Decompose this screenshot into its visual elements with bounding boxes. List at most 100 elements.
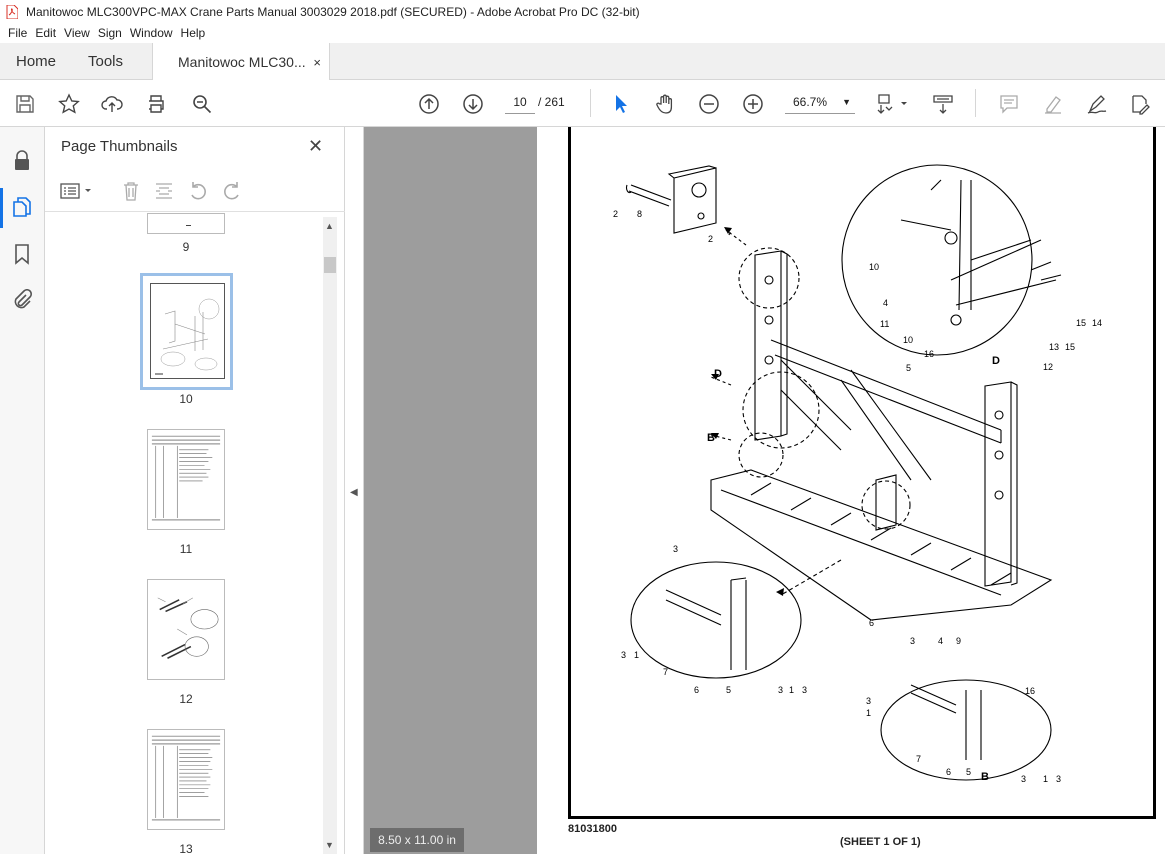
svg-text:3: 3 [802, 685, 807, 695]
tab-close-button[interactable]: × [313, 55, 321, 70]
svg-text:4: 4 [883, 298, 888, 308]
chevron-down-icon: ▼ [842, 97, 851, 107]
sheet-label: (SHEET 1 OF 1) [840, 836, 921, 848]
svg-text:11: 11 [880, 319, 889, 329]
menu-help[interactable]: Help [181, 26, 206, 40]
svg-text:3: 3 [1021, 774, 1026, 784]
svg-text:3: 3 [673, 544, 678, 554]
detail-b-caption: B [981, 771, 989, 783]
scroll-mode-icon[interactable] [931, 92, 955, 116]
thumbnail-drawing-icon [155, 298, 220, 375]
svg-text:6: 6 [946, 767, 951, 777]
svg-text:4: 4 [938, 636, 943, 646]
panel-close-button[interactable]: ✕ [308, 136, 323, 157]
svg-text:1: 1 [789, 685, 794, 695]
tab-home[interactable]: Home [16, 43, 56, 80]
lock-icon[interactable] [11, 149, 33, 171]
panel-collapse-strip[interactable]: ◀ [345, 127, 364, 854]
thumbnail-page-10[interactable] [140, 273, 233, 390]
fit-page-icon[interactable] [875, 92, 911, 116]
thumbnail-label: 11 [179, 542, 193, 556]
attachment-icon[interactable] [11, 289, 33, 311]
svg-text:3: 3 [621, 650, 626, 660]
menu-edit[interactable]: Edit [35, 26, 56, 40]
acrobat-icon [6, 4, 18, 19]
parts-list-thumbnail-icon [151, 435, 221, 521]
menu-sign[interactable]: Sign [98, 26, 122, 40]
svg-text:3: 3 [1056, 774, 1061, 784]
detail-d-label: D [714, 368, 722, 380]
svg-text:3: 3 [910, 636, 915, 646]
highlight-icon[interactable] [1041, 92, 1065, 116]
page-number-input[interactable]: 10 [505, 90, 535, 114]
scrollbar-thumb[interactable] [324, 257, 336, 273]
zoom-search-icon[interactable] [190, 92, 214, 116]
rotate-ccw-icon[interactable] [187, 180, 209, 202]
comment-icon[interactable] [997, 92, 1021, 116]
menu-view[interactable]: View [64, 26, 90, 40]
collapse-left-icon[interactable]: ◀ [350, 487, 358, 498]
prev-page-icon[interactable] [417, 92, 441, 116]
page-thumbnails-icon[interactable] [11, 196, 33, 218]
window-title: Manitowoc MLC300VPC-MAX Crane Parts Manu… [26, 4, 640, 19]
tab-document-label: Manitowoc MLC30... [178, 54, 306, 70]
bookmark-icon[interactable] [11, 243, 33, 265]
edit-icon[interactable] [1128, 92, 1152, 116]
svg-text:3: 3 [866, 696, 871, 706]
sign-icon[interactable] [1085, 92, 1109, 116]
zoom-dropdown[interactable]: 66.7% ▼ [785, 90, 855, 114]
svg-text:6: 6 [869, 618, 874, 628]
detail-d-caption: D [992, 355, 1000, 367]
thumbnail-list: 9 10 11 12 13 [45, 213, 323, 854]
svg-text:5: 5 [726, 685, 731, 695]
tab-tools[interactable]: Tools [88, 43, 123, 80]
hand-icon[interactable] [653, 92, 677, 116]
upload-icon[interactable] [100, 92, 124, 116]
panel-toolbar [45, 172, 345, 212]
svg-text:16: 16 [1025, 686, 1035, 696]
svg-text:9: 9 [956, 636, 961, 646]
svg-text:7: 7 [663, 667, 668, 677]
rail-active-indicator [0, 188, 3, 228]
parts-list-thumbnail-icon [151, 735, 221, 821]
delete-page-icon[interactable] [120, 180, 142, 202]
thumbnail-label: 12 [179, 692, 193, 706]
scroll-down-icon[interactable]: ▼ [325, 840, 334, 850]
drawing-number: 81031800 [568, 823, 617, 835]
save-icon[interactable] [13, 92, 37, 116]
drawing-thumbnail-icon [157, 597, 219, 659]
svg-text:16: 16 [924, 349, 934, 359]
panel-title: Page Thumbnails [61, 138, 178, 155]
parts-drawing: 2 82 10411 101615 1413 15 1256 33 1 76 5 313… [613, 164, 1102, 784]
thumbnail-page-9[interactable] [147, 213, 225, 234]
tab-document[interactable]: Manitowoc MLC30... × [152, 43, 330, 81]
thumbnail-page-12[interactable] [147, 579, 225, 680]
page-count: / 261 [538, 95, 565, 109]
star-icon[interactable] [57, 92, 81, 116]
scroll-up-icon[interactable]: ▲ [325, 221, 334, 231]
zoom-value: 66.7% [793, 95, 828, 109]
zoom-out-icon[interactable] [697, 92, 721, 116]
thumbnail-scrollbar[interactable]: ▲ ▼ [323, 217, 337, 854]
svg-text:13: 13 [1049, 342, 1059, 352]
zoom-in-icon[interactable] [741, 92, 765, 116]
svg-text:7: 7 [916, 754, 921, 764]
thumbnail-page-11[interactable] [147, 429, 225, 530]
thumbnail-page-13[interactable] [147, 729, 225, 830]
svg-text:15: 15 [1076, 318, 1086, 328]
toolbar-divider-2 [975, 89, 976, 117]
menu-window[interactable]: Window [130, 26, 173, 40]
options-menu-icon[interactable] [59, 180, 95, 202]
title-bar: Manitowoc MLC300VPC-MAX Crane Parts Manu… [0, 0, 1165, 23]
thumbnail-label: 9 [182, 240, 190, 254]
extract-page-icon[interactable] [153, 180, 175, 202]
print-icon[interactable] [144, 92, 168, 116]
rotate-cw-icon[interactable] [221, 180, 243, 202]
svg-text:14: 14 [1092, 318, 1102, 328]
svg-text:1: 1 [866, 708, 871, 718]
svg-text:15: 15 [1065, 342, 1075, 352]
toolbar [0, 80, 1165, 127]
menu-file[interactable]: File [8, 26, 27, 40]
next-page-icon[interactable] [461, 92, 485, 116]
select-cursor-icon[interactable] [609, 92, 633, 116]
